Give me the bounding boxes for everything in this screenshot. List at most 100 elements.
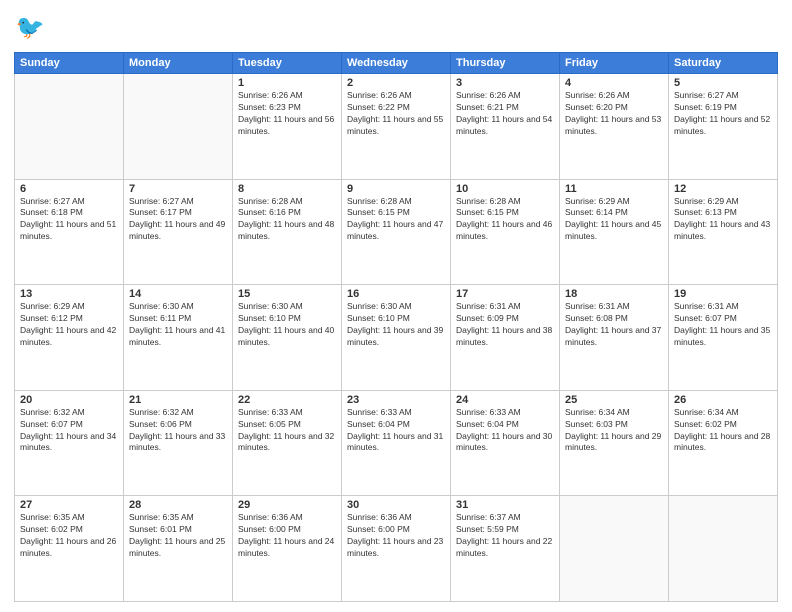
header: 🐦	[14, 10, 778, 46]
day-info: Sunrise: 6:35 AM Sunset: 6:02 PM Dayligh…	[20, 512, 118, 560]
calendar-day-cell	[124, 74, 233, 180]
day-info: Sunrise: 6:32 AM Sunset: 6:07 PM Dayligh…	[20, 407, 118, 455]
day-number: 14	[129, 288, 227, 300]
logo-bird-icon: 🐦	[14, 10, 50, 46]
calendar-day-cell: 25Sunrise: 6:34 AM Sunset: 6:03 PM Dayli…	[560, 390, 669, 496]
calendar-day-cell	[669, 496, 778, 602]
day-info: Sunrise: 6:27 AM Sunset: 6:19 PM Dayligh…	[674, 90, 772, 138]
calendar-week-row: 1Sunrise: 6:26 AM Sunset: 6:23 PM Daylig…	[15, 74, 778, 180]
calendar-day-cell: 14Sunrise: 6:30 AM Sunset: 6:11 PM Dayli…	[124, 285, 233, 391]
calendar-day-cell: 13Sunrise: 6:29 AM Sunset: 6:12 PM Dayli…	[15, 285, 124, 391]
page: 🐦 SundayMondayTuesdayWednesdayThursdayFr…	[0, 0, 792, 612]
calendar-day-cell: 28Sunrise: 6:35 AM Sunset: 6:01 PM Dayli…	[124, 496, 233, 602]
calendar-day-cell: 20Sunrise: 6:32 AM Sunset: 6:07 PM Dayli…	[15, 390, 124, 496]
svg-text:🐦: 🐦	[16, 14, 45, 40]
day-info: Sunrise: 6:29 AM Sunset: 6:13 PM Dayligh…	[674, 196, 772, 244]
calendar-day-cell: 29Sunrise: 6:36 AM Sunset: 6:00 PM Dayli…	[233, 496, 342, 602]
day-info: Sunrise: 6:35 AM Sunset: 6:01 PM Dayligh…	[129, 512, 227, 560]
calendar-day-cell: 10Sunrise: 6:28 AM Sunset: 6:15 PM Dayli…	[451, 179, 560, 285]
day-number: 25	[565, 394, 663, 406]
day-number: 30	[347, 499, 445, 511]
day-number: 9	[347, 183, 445, 195]
day-info: Sunrise: 6:32 AM Sunset: 6:06 PM Dayligh…	[129, 407, 227, 455]
calendar-day-cell: 19Sunrise: 6:31 AM Sunset: 6:07 PM Dayli…	[669, 285, 778, 391]
day-info: Sunrise: 6:26 AM Sunset: 6:20 PM Dayligh…	[565, 90, 663, 138]
day-info: Sunrise: 6:26 AM Sunset: 6:21 PM Dayligh…	[456, 90, 554, 138]
day-info: Sunrise: 6:29 AM Sunset: 6:12 PM Dayligh…	[20, 301, 118, 349]
weekday-header-tuesday: Tuesday	[233, 53, 342, 74]
calendar-day-cell: 2Sunrise: 6:26 AM Sunset: 6:22 PM Daylig…	[342, 74, 451, 180]
day-info: Sunrise: 6:33 AM Sunset: 6:04 PM Dayligh…	[347, 407, 445, 455]
day-info: Sunrise: 6:26 AM Sunset: 6:22 PM Dayligh…	[347, 90, 445, 138]
day-info: Sunrise: 6:33 AM Sunset: 6:05 PM Dayligh…	[238, 407, 336, 455]
weekday-header-wednesday: Wednesday	[342, 53, 451, 74]
day-info: Sunrise: 6:28 AM Sunset: 6:16 PM Dayligh…	[238, 196, 336, 244]
calendar-day-cell: 31Sunrise: 6:37 AM Sunset: 5:59 PM Dayli…	[451, 496, 560, 602]
day-info: Sunrise: 6:37 AM Sunset: 5:59 PM Dayligh…	[456, 512, 554, 560]
weekday-header-thursday: Thursday	[451, 53, 560, 74]
logo: 🐦	[14, 10, 52, 46]
day-number: 18	[565, 288, 663, 300]
day-info: Sunrise: 6:31 AM Sunset: 6:08 PM Dayligh…	[565, 301, 663, 349]
day-info: Sunrise: 6:27 AM Sunset: 6:18 PM Dayligh…	[20, 196, 118, 244]
day-number: 10	[456, 183, 554, 195]
calendar-week-row: 6Sunrise: 6:27 AM Sunset: 6:18 PM Daylig…	[15, 179, 778, 285]
calendar-day-cell: 26Sunrise: 6:34 AM Sunset: 6:02 PM Dayli…	[669, 390, 778, 496]
day-number: 23	[347, 394, 445, 406]
day-number: 13	[20, 288, 118, 300]
day-number: 7	[129, 183, 227, 195]
day-info: Sunrise: 6:28 AM Sunset: 6:15 PM Dayligh…	[456, 196, 554, 244]
day-info: Sunrise: 6:26 AM Sunset: 6:23 PM Dayligh…	[238, 90, 336, 138]
day-info: Sunrise: 6:27 AM Sunset: 6:17 PM Dayligh…	[129, 196, 227, 244]
calendar-day-cell: 1Sunrise: 6:26 AM Sunset: 6:23 PM Daylig…	[233, 74, 342, 180]
day-number: 3	[456, 77, 554, 89]
day-info: Sunrise: 6:29 AM Sunset: 6:14 PM Dayligh…	[565, 196, 663, 244]
calendar-day-cell: 24Sunrise: 6:33 AM Sunset: 6:04 PM Dayli…	[451, 390, 560, 496]
calendar-day-cell: 27Sunrise: 6:35 AM Sunset: 6:02 PM Dayli…	[15, 496, 124, 602]
day-number: 19	[674, 288, 772, 300]
calendar-day-cell: 12Sunrise: 6:29 AM Sunset: 6:13 PM Dayli…	[669, 179, 778, 285]
calendar-day-cell: 30Sunrise: 6:36 AM Sunset: 6:00 PM Dayli…	[342, 496, 451, 602]
day-number: 6	[20, 183, 118, 195]
calendar-day-cell: 5Sunrise: 6:27 AM Sunset: 6:19 PM Daylig…	[669, 74, 778, 180]
calendar-day-cell: 15Sunrise: 6:30 AM Sunset: 6:10 PM Dayli…	[233, 285, 342, 391]
day-number: 22	[238, 394, 336, 406]
day-number: 1	[238, 77, 336, 89]
day-info: Sunrise: 6:34 AM Sunset: 6:03 PM Dayligh…	[565, 407, 663, 455]
day-info: Sunrise: 6:33 AM Sunset: 6:04 PM Dayligh…	[456, 407, 554, 455]
day-info: Sunrise: 6:28 AM Sunset: 6:15 PM Dayligh…	[347, 196, 445, 244]
day-number: 31	[456, 499, 554, 511]
calendar-day-cell	[560, 496, 669, 602]
calendar-day-cell: 16Sunrise: 6:30 AM Sunset: 6:10 PM Dayli…	[342, 285, 451, 391]
calendar-day-cell: 18Sunrise: 6:31 AM Sunset: 6:08 PM Dayli…	[560, 285, 669, 391]
weekday-header-friday: Friday	[560, 53, 669, 74]
calendar-day-cell: 4Sunrise: 6:26 AM Sunset: 6:20 PM Daylig…	[560, 74, 669, 180]
day-number: 21	[129, 394, 227, 406]
calendar-day-cell: 6Sunrise: 6:27 AM Sunset: 6:18 PM Daylig…	[15, 179, 124, 285]
calendar-week-row: 27Sunrise: 6:35 AM Sunset: 6:02 PM Dayli…	[15, 496, 778, 602]
day-info: Sunrise: 6:30 AM Sunset: 6:10 PM Dayligh…	[238, 301, 336, 349]
day-number: 27	[20, 499, 118, 511]
calendar-day-cell: 8Sunrise: 6:28 AM Sunset: 6:16 PM Daylig…	[233, 179, 342, 285]
calendar-day-cell: 11Sunrise: 6:29 AM Sunset: 6:14 PM Dayli…	[560, 179, 669, 285]
day-number: 4	[565, 77, 663, 89]
calendar-body: 1Sunrise: 6:26 AM Sunset: 6:23 PM Daylig…	[15, 74, 778, 602]
weekday-header-monday: Monday	[124, 53, 233, 74]
calendar-day-cell: 7Sunrise: 6:27 AM Sunset: 6:17 PM Daylig…	[124, 179, 233, 285]
calendar-table: SundayMondayTuesdayWednesdayThursdayFrid…	[14, 52, 778, 602]
day-number: 2	[347, 77, 445, 89]
day-number: 28	[129, 499, 227, 511]
day-number: 12	[674, 183, 772, 195]
day-number: 15	[238, 288, 336, 300]
day-number: 17	[456, 288, 554, 300]
day-number: 16	[347, 288, 445, 300]
day-number: 20	[20, 394, 118, 406]
calendar-day-cell: 23Sunrise: 6:33 AM Sunset: 6:04 PM Dayli…	[342, 390, 451, 496]
day-number: 8	[238, 183, 336, 195]
day-number: 26	[674, 394, 772, 406]
weekday-header-saturday: Saturday	[669, 53, 778, 74]
day-info: Sunrise: 6:30 AM Sunset: 6:10 PM Dayligh…	[347, 301, 445, 349]
day-number: 11	[565, 183, 663, 195]
calendar-day-cell: 9Sunrise: 6:28 AM Sunset: 6:15 PM Daylig…	[342, 179, 451, 285]
weekday-header-sunday: Sunday	[15, 53, 124, 74]
